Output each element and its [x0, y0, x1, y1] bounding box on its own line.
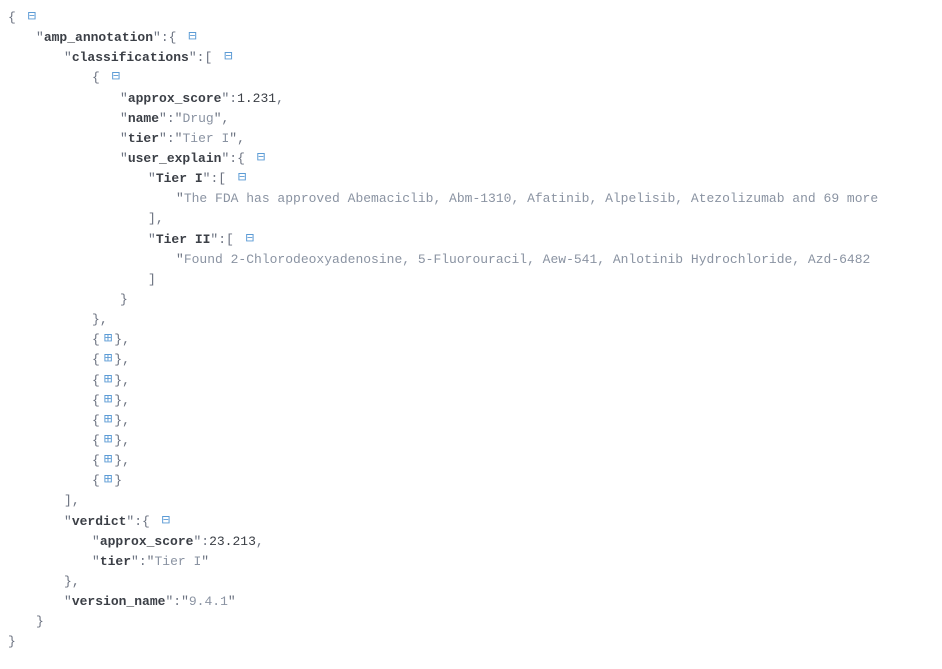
json-line: {}, [8, 350, 934, 370]
json-key: approx_score [100, 534, 194, 549]
json-line: "approx_score":1.231, [8, 89, 934, 109]
json-line: "tier":"Tier I", [8, 129, 934, 149]
json-line: {}, [8, 431, 934, 451]
expand-icon[interactable] [104, 393, 112, 407]
json-line: {}, [8, 391, 934, 411]
json-viewer: { "amp_annotation":{ "classifications":[… [8, 8, 934, 653]
json-line: }, [8, 310, 934, 330]
json-line: "user_explain":{ [8, 149, 934, 169]
json-key: Tier I [156, 171, 203, 186]
expand-icon[interactable] [104, 453, 112, 467]
json-line: "classifications":[ [8, 48, 934, 68]
json-key: Tier II [156, 232, 211, 247]
json-line: } [8, 632, 934, 652]
json-number: 1.231 [237, 91, 276, 106]
json-key: user_explain [128, 151, 222, 166]
collapse-icon[interactable] [224, 50, 232, 64]
json-string: Drug [182, 111, 213, 126]
json-line: {}, [8, 451, 934, 471]
json-key: tier [100, 554, 131, 569]
json-line: ], [8, 491, 934, 511]
json-line: } [8, 290, 934, 310]
json-line: { [8, 8, 934, 28]
collapse-icon[interactable] [238, 171, 246, 185]
brace-open: { [8, 10, 16, 25]
json-key: classifications [72, 50, 189, 65]
collapse-icon[interactable] [28, 10, 36, 24]
expand-icon[interactable] [104, 373, 112, 387]
json-string: The FDA has approved Abemaciclib, Abm-13… [184, 191, 878, 206]
collapse-icon[interactable] [162, 514, 170, 528]
json-line: "name":"Drug", [8, 109, 934, 129]
collapse-icon[interactable] [257, 151, 265, 165]
json-key: amp_annotation [44, 30, 153, 45]
json-line: "Tier II":[ [8, 230, 934, 250]
json-line: }, [8, 572, 934, 592]
json-line: "tier":"Tier I" [8, 552, 934, 572]
json-line: ] [8, 270, 934, 290]
collapse-icon[interactable] [112, 70, 120, 84]
json-line: "version_name":"9.4.1" [8, 592, 934, 612]
json-number: 23.213 [209, 534, 256, 549]
json-key: approx_score [128, 91, 222, 106]
expand-icon[interactable] [104, 473, 112, 487]
json-line: "The FDA has approved Abemaciclib, Abm-1… [8, 189, 934, 209]
json-line: {}, [8, 330, 934, 350]
json-string: 9.4.1 [189, 594, 228, 609]
json-line: "amp_annotation":{ [8, 28, 934, 48]
json-line: {}, [8, 371, 934, 391]
expand-icon[interactable] [104, 352, 112, 366]
json-line: {}, [8, 411, 934, 431]
json-line: "Tier I":[ [8, 169, 934, 189]
json-line: "approx_score":23.213, [8, 532, 934, 552]
json-key: version_name [72, 594, 166, 609]
json-line: } [8, 612, 934, 632]
collapse-icon[interactable] [188, 30, 196, 44]
json-line: ], [8, 209, 934, 229]
json-line: "Found 2-Chlorodeoxyadenosine, 5-Fluorou… [8, 250, 934, 270]
json-key: name [128, 111, 159, 126]
json-line: "verdict":{ [8, 512, 934, 532]
expand-icon[interactable] [104, 433, 112, 447]
json-string: Tier I [182, 131, 229, 146]
json-line: {} [8, 471, 934, 491]
expand-icon[interactable] [104, 413, 112, 427]
json-string: Found 2-Chlorodeoxyadenosine, 5-Fluorour… [184, 252, 871, 267]
json-line: { [8, 68, 934, 88]
collapse-icon[interactable] [246, 232, 254, 246]
json-string: Tier I [154, 554, 201, 569]
json-key: tier [128, 131, 159, 146]
json-key: verdict [72, 514, 127, 529]
expand-icon[interactable] [104, 332, 112, 346]
